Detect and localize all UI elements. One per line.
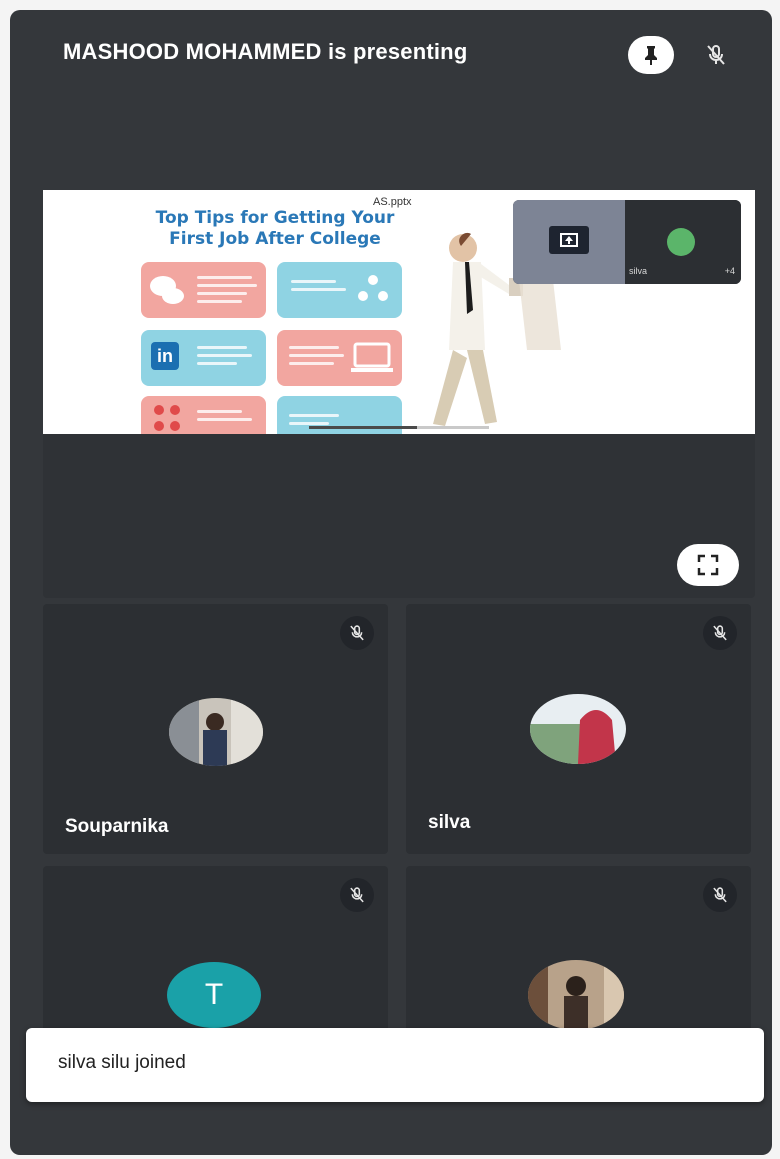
presenter-mute-indicator <box>696 36 736 74</box>
group-icon <box>154 405 180 431</box>
mic-off-icon <box>350 625 364 641</box>
presenting-banner: MASHOOD MOHAMMED is presenting <box>63 39 468 64</box>
thumbnail-avatar <box>667 228 695 256</box>
slide-file-name: AS.pptx <box>373 196 412 208</box>
slide-title: Top Tips for Getting Your First Job Afte… <box>135 208 415 250</box>
mic-off-icon <box>707 45 725 65</box>
participant-name: silva <box>428 812 471 833</box>
tip-card-career-office <box>141 262 266 318</box>
present-screen-icon <box>549 226 589 254</box>
mic-off-icon <box>713 625 727 641</box>
shared-slide: AS.pptx Top Tips for Getting Your First … <box>43 190 755 434</box>
fullscreen-button[interactable] <box>677 544 739 586</box>
slide-title-line-1: Top Tips for Getting Your <box>155 208 395 228</box>
participant-tile[interactable] <box>406 866 751 1036</box>
thumbnail-name: silva <box>629 266 648 276</box>
tip-card-website <box>277 330 402 386</box>
muted-indicator <box>340 878 374 912</box>
meeting-screen: MASHOOD MOHAMMED is presenting AS.pptx T… <box>10 10 772 1155</box>
linkedin-icon: in <box>151 342 179 370</box>
presentation-stage[interactable]: AS.pptx Top Tips for Getting Your First … <box>43 190 755 598</box>
participant-avatar <box>530 694 626 764</box>
participant-avatar <box>528 960 624 1030</box>
muted-indicator <box>340 616 374 650</box>
muted-indicator <box>703 878 737 912</box>
fullscreen-icon <box>697 554 719 576</box>
pin-icon <box>645 46 657 65</box>
participant-tile[interactable]: Souparnika <box>43 604 388 854</box>
participant-tile[interactable]: silva <box>406 604 751 854</box>
muted-indicator <box>703 616 737 650</box>
join-notification-toast: silva silu joined <box>26 1028 764 1102</box>
participant-letter-avatar: T <box>167 962 261 1028</box>
slide-title-line-2: First Job After College <box>169 229 381 249</box>
pin-button[interactable] <box>628 36 674 74</box>
network-people-icon <box>358 275 388 301</box>
laptop-icon <box>351 342 393 372</box>
slide-progress-fill <box>309 426 417 429</box>
tip-card-linkedin: in <box>141 330 266 386</box>
tip-card-professional-group <box>141 396 266 434</box>
participant-tile[interactable]: T <box>43 866 388 1036</box>
screen-share-thumbnail[interactable] <box>513 200 625 284</box>
chat-bubbles-icon <box>150 276 184 304</box>
participant-name: Souparnika <box>65 816 169 837</box>
mic-off-icon <box>350 887 364 903</box>
mic-off-icon <box>713 887 727 903</box>
participant-avatar <box>169 698 263 766</box>
thumbnail-strip[interactable]: silva +4 <box>513 200 741 284</box>
toast-message: silva silu joined <box>58 1052 186 1073</box>
tip-card-networking <box>277 262 402 318</box>
thumbnail-count: +4 <box>724 266 735 276</box>
participant-thumbnail[interactable]: silva +4 <box>625 200 741 284</box>
slide-progress-bar <box>309 426 489 429</box>
